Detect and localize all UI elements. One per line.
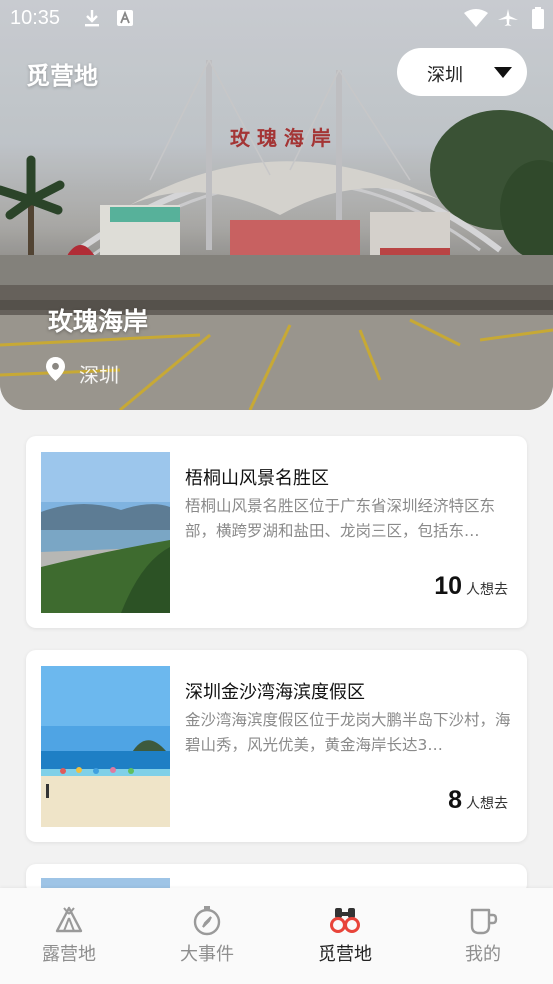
app-title: 觅营地 xyxy=(26,62,98,90)
campsite-thumbnail xyxy=(41,452,170,613)
want-to-go-count: 8 人想去 xyxy=(448,786,508,815)
tab-find-campsite[interactable]: 觅营地 xyxy=(276,888,414,984)
card-title: 梧桐山风景名胜区 xyxy=(185,468,329,489)
tab-label: 露营地 xyxy=(42,944,96,965)
count-label: 人想去 xyxy=(466,582,508,598)
caret-down-icon xyxy=(494,67,512,78)
city-select[interactable]: 深圳 xyxy=(397,48,527,96)
cup-icon xyxy=(470,908,498,935)
tent-icon xyxy=(55,906,83,933)
card-title: 深圳金沙湾海滨度假区 xyxy=(185,682,365,703)
hero-banner[interactable]: 玫 瑰 海 岸 10:35 觅营地 xyxy=(0,0,553,410)
font-icon xyxy=(117,10,133,26)
location-pin-icon xyxy=(46,357,65,381)
hero-location-text: 深圳 xyxy=(79,363,119,387)
bottom-tab-bar: 露营地 大事件 觅营地 我的 xyxy=(0,888,553,984)
hero-title: 玫瑰海岸 xyxy=(48,307,149,336)
status-time: 10:35 xyxy=(10,7,61,29)
campsite-thumbnail xyxy=(41,666,170,827)
tab-label: 我的 xyxy=(465,944,501,965)
battery-icon xyxy=(532,7,544,29)
list-item[interactable]: 深圳金沙湾海滨度假区 金沙湾海滨度假区位于龙岗大鹏半岛下沙村，海碧山秀，风光优美… xyxy=(26,650,527,842)
count-label: 人想去 xyxy=(466,796,508,812)
binoculars-icon xyxy=(330,908,360,933)
card-description: 金沙湾海滨度假区位于龙岗大鹏半岛下沙村，海碧山秀，风光优美，黄金海岸长达3… xyxy=(185,711,511,754)
city-select-value: 深圳 xyxy=(427,65,463,86)
tab-label: 觅营地 xyxy=(318,944,372,965)
wifi-icon xyxy=(464,9,488,27)
status-bar: 10:35 xyxy=(0,0,553,38)
card-description: 梧桐山风景名胜区位于广东省深圳经济特区东部，横跨罗湖和盐田、龙岗三区，包括东… xyxy=(185,497,496,540)
count-value: 10 xyxy=(434,572,462,600)
compass-icon xyxy=(193,906,221,936)
tab-label: 大事件 xyxy=(180,944,234,965)
list-item[interactable]: 梧桐山风景名胜区 梧桐山风景名胜区位于广东省深圳经济特区东部，横跨罗湖和盐田、龙… xyxy=(26,436,527,628)
count-value: 8 xyxy=(448,786,462,814)
want-to-go-count: 10 人想去 xyxy=(434,572,508,601)
tab-mine[interactable]: 我的 xyxy=(414,888,552,984)
download-icon xyxy=(85,10,99,27)
tab-campsite[interactable]: 露营地 xyxy=(0,888,138,984)
tab-events[interactable]: 大事件 xyxy=(138,888,276,984)
airplane-icon xyxy=(498,9,518,26)
